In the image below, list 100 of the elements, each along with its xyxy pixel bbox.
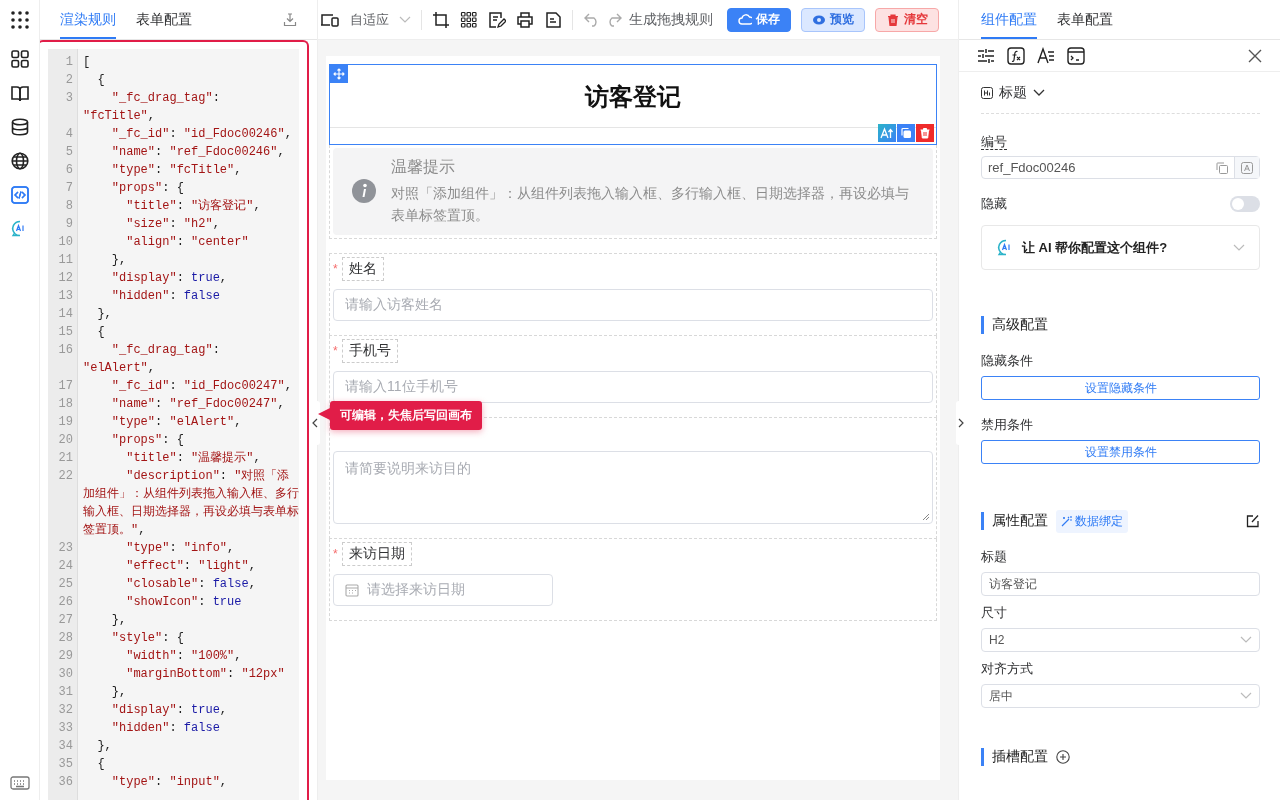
section-title: 高级配置 — [992, 316, 1048, 334]
code-line: "hidden": false — [110, 720, 221, 737]
ai-assist-card[interactable]: 让 AI 帮你配置这个组件? — [981, 225, 1260, 270]
code-line: "marginBottom": "12px" — [125, 666, 286, 683]
add-circle-icon[interactable] — [1056, 750, 1070, 764]
line-number: 18 — [57, 396, 74, 413]
globe-icon[interactable] — [10, 152, 29, 170]
device-icon[interactable] — [320, 11, 340, 28]
crop-frame-icon[interactable] — [432, 10, 450, 29]
title-block[interactable]: 访客登记 — [329, 64, 937, 145]
code-line: "_fc_id": "id_Fdoc00246", — [110, 126, 293, 143]
calendar-icon — [345, 583, 359, 597]
line-number: 35 — [57, 756, 74, 773]
field-label: 来访日期 — [342, 542, 412, 566]
ai-text-icon — [880, 127, 894, 139]
date-picker[interactable]: 请选择来访日期 — [333, 574, 553, 606]
line-number: 26 — [57, 594, 74, 611]
note-edit-icon[interactable] — [488, 10, 506, 29]
tooltip-arrow — [318, 408, 330, 420]
chevron-down-icon — [1033, 88, 1045, 97]
line-number: 13 — [57, 288, 74, 305]
tab[interactable]: 表单配置 — [136, 11, 192, 39]
info-icon — [351, 178, 377, 204]
code-icon[interactable] — [10, 186, 29, 204]
keyboard-icon[interactable] — [9, 776, 30, 790]
code-line: "closable": false, — [125, 576, 257, 593]
database-icon[interactable] — [10, 118, 29, 136]
generate-rule-link[interactable]: 生成拖拽规则 — [629, 10, 713, 29]
code-line: "showIcon": true — [125, 594, 243, 611]
delete-button[interactable] — [916, 124, 934, 142]
sliders-icon[interactable] — [977, 47, 995, 64]
edit-icon[interactable] — [1246, 514, 1260, 528]
grid-icon[interactable] — [460, 10, 478, 29]
cloud-icon — [738, 12, 752, 27]
alert-title: 温馨提示 — [391, 157, 456, 177]
apps-grid-icon[interactable] — [9, 10, 30, 30]
move-handle[interactable] — [330, 65, 348, 83]
textarea-field[interactable]: 请简要说明来访目的 — [333, 451, 933, 524]
code-line: }, — [110, 612, 128, 629]
ai-text-button[interactable] — [878, 124, 896, 142]
field-label: 姓名 — [342, 257, 384, 281]
code-line: "_fc_id": "id_Fdoc00247", — [110, 378, 293, 395]
tab[interactable]: 表单配置 — [1057, 11, 1113, 39]
code-line: [ — [82, 54, 92, 71]
field-label: 禁用条件 — [981, 416, 1033, 434]
code-line: "align": "center" — [125, 234, 250, 251]
select-field[interactable]: 居中 — [981, 684, 1260, 708]
text-style-icon[interactable] — [1037, 46, 1055, 65]
copy-button[interactable] — [897, 124, 915, 142]
close-icon[interactable] — [1248, 48, 1262, 63]
field-label: 隐藏条件 — [981, 352, 1033, 370]
code-line: "style": { — [110, 630, 185, 647]
trash-icon — [919, 127, 931, 139]
terminal-window-icon[interactable] — [1067, 46, 1085, 65]
line-number: 4 — [64, 126, 74, 143]
code-line: "display": true, — [110, 702, 229, 719]
line-number: 21 — [57, 450, 74, 467]
line-number: 31 — [57, 684, 74, 701]
section-title: 属性配置 — [992, 512, 1048, 530]
tab[interactable]: 渲染规则 — [60, 11, 116, 39]
clear-button[interactable]: 清空 — [875, 7, 939, 32]
four-squares-icon[interactable] — [10, 50, 29, 68]
line-number: 23 — [57, 540, 74, 557]
code-line: "description": "对照「添加组件」：从组件列表拖入输入框、多行输入框、日期选择器，再设必填与表单标签置顶。", — [82, 468, 299, 539]
line-number: 27 — [57, 612, 74, 629]
line-number: 14 — [57, 306, 74, 323]
data-binding-tag[interactable]: 数据绑定 — [1056, 509, 1128, 533]
line-number: 10 — [57, 234, 74, 251]
book-icon[interactable] — [10, 84, 29, 102]
line-number: 20 — [57, 432, 74, 449]
resize-grip-icon — [922, 513, 930, 521]
tab[interactable]: 组件配置 — [981, 11, 1037, 39]
text-input[interactable]: 请输入访客姓名 — [333, 289, 933, 321]
code-line: }, — [110, 684, 128, 701]
code-line: "title": "访客登记", — [125, 198, 262, 215]
move-icon — [333, 68, 345, 80]
code-line: "_fc_drag_tag": "elAlert", — [82, 342, 221, 377]
code-line: }, — [96, 306, 113, 323]
toggle-switch[interactable] — [1230, 196, 1260, 212]
printer-icon[interactable] — [516, 10, 534, 29]
line-number: 7 — [64, 180, 74, 197]
save-button[interactable]: 保存 — [727, 7, 791, 32]
code-line: "name": "ref_Fdoc00247", — [110, 396, 286, 413]
line-number: 36 — [57, 774, 74, 791]
code-line: "props": { — [110, 180, 185, 197]
section-title: 插槽配置 — [992, 748, 1048, 766]
text-input[interactable]: 访客登记 — [981, 572, 1260, 596]
download-icon[interactable] — [283, 13, 297, 27]
copy-icon — [900, 127, 912, 139]
set-hide-condition-button[interactable]: 设置隐藏条件 — [981, 376, 1260, 400]
required-mark: * — [333, 547, 339, 561]
function-icon[interactable] — [1007, 46, 1025, 65]
preview-button[interactable]: 预览 — [801, 7, 865, 32]
file-icon[interactable] — [544, 10, 562, 29]
set-disable-condition-button[interactable]: 设置禁用条件 — [981, 440, 1260, 464]
line-number: 8 — [64, 198, 74, 215]
device-select[interactable]: 自适应 — [350, 10, 411, 29]
select-field[interactable]: H2 — [981, 628, 1260, 652]
chevron-down-icon — [1233, 243, 1245, 252]
component-type-select[interactable]: 标题 — [981, 72, 1260, 114]
